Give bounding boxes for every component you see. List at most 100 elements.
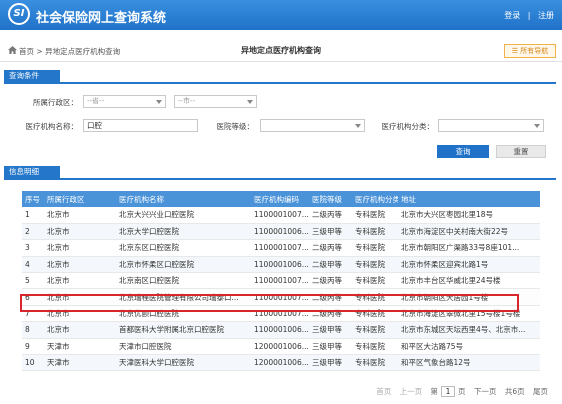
level-select[interactable] xyxy=(260,119,365,132)
table-row[interactable]: 4 北京市 北京市怀柔区口腔医院 1100001006... 二级甲等 专科医院 北京市怀柔… xyxy=(22,256,540,274)
city-select-value: --市-- xyxy=(178,97,196,105)
col-header-category[interactable]: 医疗机构分类 xyxy=(352,191,398,207)
reset-button[interactable]: 重置 xyxy=(496,145,546,158)
results-section-title: 信息明细 xyxy=(4,166,60,178)
name-label: 医疗机构名称： xyxy=(25,122,79,131)
table-row[interactable]: 10 天津市 天津医科大学口腔医院 1200001006... 三级甲等 专科医院 和平区气… xyxy=(22,354,540,372)
cell-code: 1100001007... xyxy=(251,305,309,323)
region-label: 所属行政区： xyxy=(33,98,78,107)
cell-category: 专科医院 xyxy=(352,288,398,306)
table-row[interactable]: 9 天津市 天津市口腔医院 1200001006... 三级甲等 专科医院 和平区大沽路75… xyxy=(22,338,540,356)
table-row-highlighted[interactable]: 6 北京市 北京瑞程医院管理有限公司瑞泰口... 1100001007... 二级丙等专… xyxy=(22,288,540,306)
si-logo-icon: SI xyxy=(8,3,30,25)
cell-region: 北京市 xyxy=(44,239,116,257)
pager-last[interactable]: 尾页 xyxy=(533,387,548,396)
table-row[interactable]: 1 北京市 北京大兴兴业口腔医院 1100001007... 二级丙等 专科医院 北京市大兴… xyxy=(22,207,540,224)
cell-name: 首都医科大学附属北京口腔医院 xyxy=(116,321,251,339)
col-header-address[interactable]: 地址 xyxy=(398,191,540,207)
cell-category: 专科医院 xyxy=(352,272,398,290)
search-button[interactable]: 查询 xyxy=(437,145,489,158)
city-select[interactable]: --市-- xyxy=(174,95,257,108)
cell-code: 1100001006... xyxy=(251,223,309,241)
pager-page-input[interactable]: 1 xyxy=(441,386,456,397)
pagination: 首页 上一页 第1页 下一页 共6页 尾页 xyxy=(370,386,548,397)
cell-level: 二级丙等 xyxy=(309,288,352,306)
cell-index: 3 xyxy=(22,239,44,257)
menu-icon: ☰ xyxy=(511,47,521,55)
cell-level: 三级甲等 xyxy=(309,321,352,339)
cell-code: 1100001007... xyxy=(251,239,309,257)
cell-code: 1100001007... xyxy=(251,288,309,306)
col-header-region[interactable]: 所属行政区 xyxy=(44,191,116,207)
cell-region: 北京市 xyxy=(44,207,116,224)
cell-category: 专科医院 xyxy=(352,256,398,274)
chevron-down-icon xyxy=(355,124,361,128)
cell-region: 天津市 xyxy=(44,338,116,356)
pager-page-suffix: 页 xyxy=(458,387,466,396)
cell-code: 1100001007... xyxy=(251,272,309,290)
cell-name: 北京东区口腔医院 xyxy=(116,239,251,257)
pager-next[interactable]: 下一页 xyxy=(474,387,497,396)
table-row[interactable]: 2 北京市 北京大学口腔医院 1100001006... 三级甲等 专科医院 北京市海淀区中… xyxy=(22,223,540,241)
login-link[interactable]: 登录 xyxy=(504,11,520,20)
cell-category: 专科医院 xyxy=(352,223,398,241)
results-table: 序号 所属行政区 医疗机构名称 医疗机构编码 医院等级 医疗机构分类 地址 1北… xyxy=(22,191,540,372)
cell-name: 北京大学口腔医院 xyxy=(116,223,251,241)
col-header-name[interactable]: 医疗机构名称 xyxy=(116,191,251,207)
cell-index: 9 xyxy=(22,338,44,356)
category-select[interactable] xyxy=(438,119,544,132)
cell-index: 7 xyxy=(22,305,44,323)
col-header-code[interactable]: 医疗机构编码 xyxy=(251,191,309,207)
cell-region: 北京市 xyxy=(44,305,116,323)
chevron-down-icon xyxy=(534,124,540,128)
cell-region: 北京市 xyxy=(44,223,116,241)
cell-region: 北京市 xyxy=(44,288,116,306)
table-row[interactable]: 5 北京市 北京南区口腔医院 1100001007... 二级丙等 专科医院 北京市丰台区华… xyxy=(22,272,540,290)
cell-category: 专科医院 xyxy=(352,239,398,257)
cell-level: 三级甲等 xyxy=(309,223,352,241)
all-nav-button[interactable]: ☰ 所有导航 xyxy=(504,44,556,58)
cell-address: 北京市东城区天坛西里4号、北京市... xyxy=(398,321,540,339)
register-link[interactable]: 注册 xyxy=(538,11,554,20)
pager-first[interactable]: 首页 xyxy=(376,387,391,396)
results-title-text: 信息明细 xyxy=(9,167,39,176)
cell-region: 北京市 xyxy=(44,272,116,290)
cell-address: 北京市丰台区华威北里24号楼 xyxy=(398,272,540,290)
pager-prev[interactable]: 上一页 xyxy=(400,387,423,396)
cell-category: 专科医院 xyxy=(352,338,398,356)
cell-name: 北京大兴兴业口腔医院 xyxy=(116,207,251,224)
cell-address: 北京市海淀区翠微北里15号楼1号楼 xyxy=(398,305,540,323)
cell-address: 北京市朝阳区广渠路33号8座101... xyxy=(398,239,540,257)
cell-index: 1 xyxy=(22,207,44,224)
cell-address: 北京市朝阳区天居园1号楼 xyxy=(398,288,540,306)
cell-code: 1100001006... xyxy=(251,321,309,339)
cell-level: 二级甲等 xyxy=(309,256,352,274)
cell-category: 专科医院 xyxy=(352,354,398,372)
cell-level: 二级丙等 xyxy=(309,207,352,224)
pager-page-prefix: 第 xyxy=(430,387,439,396)
all-nav-label: 所有导航 xyxy=(520,47,549,55)
top-links: 登录 | 注册 xyxy=(499,10,554,21)
table-row[interactable]: 7 北京市 北京优颐口腔医院 1100001007... 二级丙等 专科医院 北京市海淀区翠… xyxy=(22,305,540,323)
cell-name: 北京南区口腔医院 xyxy=(116,272,251,290)
table-row[interactable]: 8 北京市 首都医科大学附属北京口腔医院 1100001006... 三级甲等 专科医院北… xyxy=(22,321,540,339)
cell-address: 北京市海淀区中关村南大街22号 xyxy=(398,223,540,241)
province-select[interactable]: --省-- xyxy=(83,95,166,108)
cell-level: 二级丙等 xyxy=(309,239,352,257)
level-label: 医院等级： xyxy=(216,122,255,131)
results-divider xyxy=(4,178,556,180)
cell-code: 1100001007... xyxy=(251,207,309,224)
cell-index: 8 xyxy=(22,321,44,339)
conditions-section-title: 查询条件 xyxy=(4,70,60,82)
page-title: 异地定点医疗机构查询 xyxy=(241,46,321,55)
app-title: 社会保险网上查询系统 xyxy=(36,11,167,26)
cell-name: 天津市口腔医院 xyxy=(116,338,251,356)
conditions-divider xyxy=(4,82,556,84)
col-header-level[interactable]: 医院等级 xyxy=(309,191,352,207)
table-row[interactable]: 3 北京市 北京东区口腔医院 1100001007... 二级丙等 专科医院 北京市朝阳区广… xyxy=(22,239,540,257)
col-header-index[interactable]: 序号 xyxy=(22,191,44,207)
institution-name-input[interactable]: 口腔 xyxy=(83,119,198,132)
cell-index: 10 xyxy=(22,354,44,372)
cell-region: 北京市 xyxy=(44,256,116,274)
cell-address: 北京市怀柔区迎宾北路1号 xyxy=(398,256,540,274)
